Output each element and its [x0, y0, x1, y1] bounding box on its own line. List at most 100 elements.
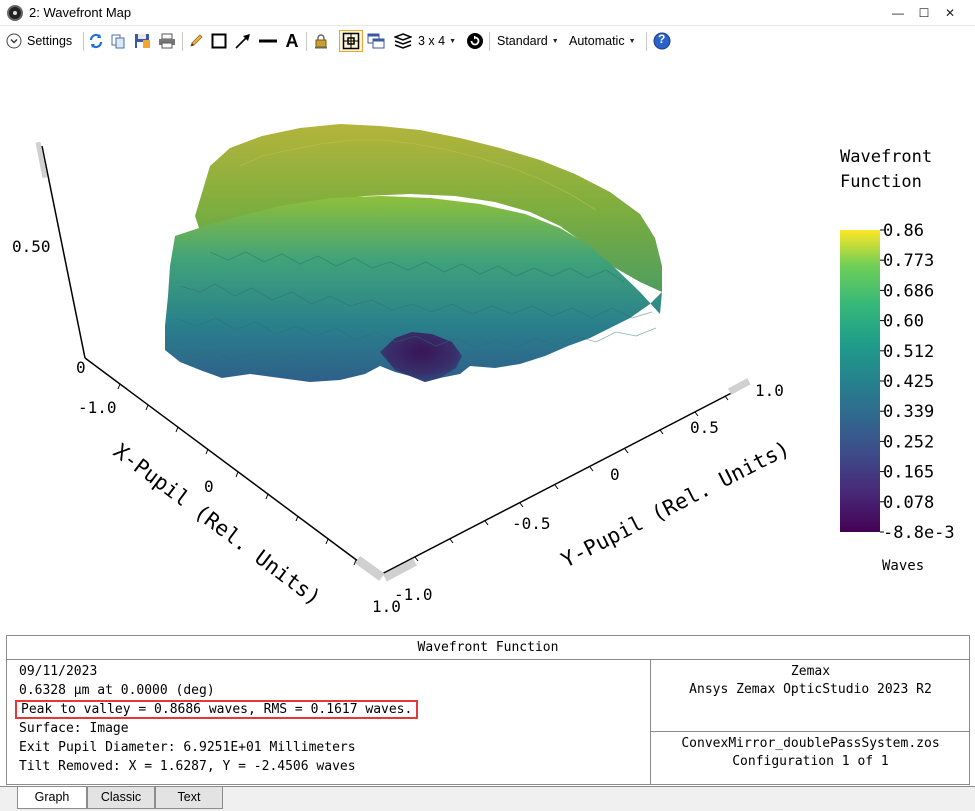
x-axis-end-marker: [354, 555, 385, 581]
wavefront-surface-svg: 0.50 0 -1.0 0 1.0 X-Pupil (Rel. Units) 1…: [12, 124, 955, 616]
text-tool[interactable]: A: [282, 30, 302, 52]
rectangle-icon: [211, 33, 227, 49]
copy-icon: [111, 34, 125, 49]
tab-text[interactable]: Text: [155, 787, 223, 809]
y-axis-line: [377, 385, 746, 577]
info-product: Ansys Zemax OpticStudio 2023 R2: [689, 682, 932, 697]
tab-graph[interactable]: Graph: [17, 787, 87, 809]
window-title: 2: Wavefront Map: [29, 5, 132, 20]
caret-down-icon: ▼: [449, 37, 457, 45]
automatic-label: Automatic: [569, 34, 625, 48]
export-button[interactable]: [133, 30, 151, 52]
legend-title: Wavefront: [840, 147, 932, 167]
arrow-tool[interactable]: [233, 30, 253, 52]
layout-label: 3 x 4: [418, 34, 446, 48]
legend-tick-label: 0.425: [883, 372, 934, 392]
caret-down-icon: ▼: [551, 37, 559, 45]
legend-tick-label: 0.686: [883, 281, 934, 301]
refresh-icon: [89, 33, 103, 49]
legend-tick-label: 0.339: [883, 402, 934, 422]
info-tilt: Tilt Removed: X = 1.6287, Y = -2.4506 wa…: [19, 759, 356, 774]
y-axis-end-marker: [727, 378, 751, 395]
caret-down-icon: ▼: [628, 37, 636, 45]
close-button[interactable]: ✕: [940, 3, 960, 23]
z-axis-end-marker: [35, 141, 48, 179]
z-tick-label: 0.50: [12, 237, 51, 256]
rotate-button[interactable]: [465, 30, 485, 52]
toolbar: Settings A 3 x 4 ▼ Standard ▼ Automatic …: [0, 27, 975, 55]
info-details: 09/11/2023 0.6328 µm at 0.0000 (deg) Pea…: [15, 662, 649, 776]
view-tabs: Graph Classic Text: [0, 786, 975, 811]
pencil-tool[interactable]: [187, 30, 205, 52]
rectangle-tool[interactable]: [210, 30, 228, 52]
standard-dropdown[interactable]: Standard ▼: [497, 30, 561, 52]
legend-tick-label: 0.252: [883, 432, 934, 452]
window-layout-icon: [367, 33, 385, 49]
legend-ticks: 0.86 0.773 0.686 0.60 0.512 0.425 0.339 0.252 0.…: [880, 221, 955, 543]
standard-label: Standard: [497, 34, 548, 48]
legend-tick-label: 0.60: [883, 312, 924, 332]
legend-tick-label: 0.078: [883, 493, 934, 513]
line-tool[interactable]: [257, 30, 279, 52]
legend-tick-label: 0.512: [883, 342, 934, 362]
arrow-icon: [235, 34, 250, 49]
help-glyph: ?: [658, 32, 666, 46]
line-icon: [259, 39, 277, 43]
automatic-dropdown[interactable]: Automatic ▼: [569, 30, 641, 52]
app-icon: [7, 5, 23, 21]
info-file: ConvexMirror_doublePassSystem.zos: [681, 736, 940, 751]
legend-tick-label: 0.165: [883, 463, 934, 483]
y-tick-label: 1.0: [755, 381, 784, 400]
info-company: Zemax: [790, 664, 831, 679]
y-axis-title: Y-Pupil (Rel. Units): [557, 436, 793, 572]
settings-button[interactable]: Settings: [6, 30, 82, 52]
info-pv-rms: Peak to valley = 0.8686 waves, RMS = 0.1…: [15, 700, 419, 719]
legend-tick-label: 0.773: [883, 251, 934, 271]
legend-title: Function: [840, 172, 922, 192]
lock-icon: [315, 34, 327, 49]
x-tick-label: 0: [204, 477, 214, 496]
help-button[interactable]: ?: [652, 30, 672, 52]
fit-view-icon: [342, 32, 360, 50]
x-tick-label: -1.0: [78, 398, 117, 417]
info-panel: Wavefront Function 09/11/2023 0.6328 µm …: [6, 635, 970, 785]
copy-button[interactable]: [109, 30, 127, 52]
title-bar: 2: Wavefront Map — ☐ ✕: [0, 0, 975, 26]
y-tick-label: 0.5: [690, 418, 719, 437]
legend-units: Waves: [882, 558, 924, 574]
x-axis-title: X-Pupil (Rel. Units): [109, 439, 325, 610]
refresh-button[interactable]: [87, 30, 105, 52]
layers-icon: [394, 33, 412, 49]
lock-button[interactable]: [312, 30, 330, 52]
info-exit-pupil: Exit Pupil Diameter: 6.9251E+01 Millimet…: [19, 740, 356, 755]
save-image-icon: [134, 34, 150, 48]
info-configuration: Configuration 1 of 1: [732, 754, 889, 769]
rotate-icon: [467, 33, 483, 49]
info-title: Wavefront Function: [7, 636, 969, 660]
legend-tick-label: -8.8e-3: [883, 523, 955, 543]
fit-view-button[interactable]: [339, 30, 363, 52]
y-tick-label: -0.5: [512, 514, 551, 533]
info-date: 09/11/2023: [19, 664, 98, 679]
chevron-down-icon: [6, 33, 22, 49]
layout-dropdown[interactable]: 3 x 4 ▼: [418, 30, 458, 52]
info-surface: Surface: Image: [19, 721, 129, 736]
maximize-button[interactable]: ☐: [914, 3, 934, 23]
minimize-button[interactable]: —: [888, 3, 908, 23]
printer-icon: [159, 33, 175, 49]
info-meta: Zemax Ansys Zemax OpticStudio 2023 R2 Co…: [650, 660, 970, 784]
text-icon: A: [285, 30, 299, 51]
window-layout-button[interactable]: [366, 30, 386, 52]
tab-classic[interactable]: Classic: [87, 787, 155, 809]
y-tick-label: 0: [610, 465, 620, 484]
z-tick-label: 0: [76, 358, 86, 377]
print-button[interactable]: [157, 30, 177, 52]
pencil-icon: [190, 34, 203, 47]
y-tick-label: -1.0: [394, 585, 433, 604]
wavefront-plot[interactable]: 0.50 0 -1.0 0 1.0 X-Pupil (Rel. Units) 1…: [0, 56, 975, 634]
legend-tick-label: 0.86: [883, 221, 924, 241]
colorbar: [840, 230, 880, 532]
info-wavelength: 0.6328 µm at 0.0000 (deg): [19, 683, 215, 698]
settings-label: Settings: [27, 34, 73, 48]
layers-button[interactable]: [392, 30, 414, 52]
